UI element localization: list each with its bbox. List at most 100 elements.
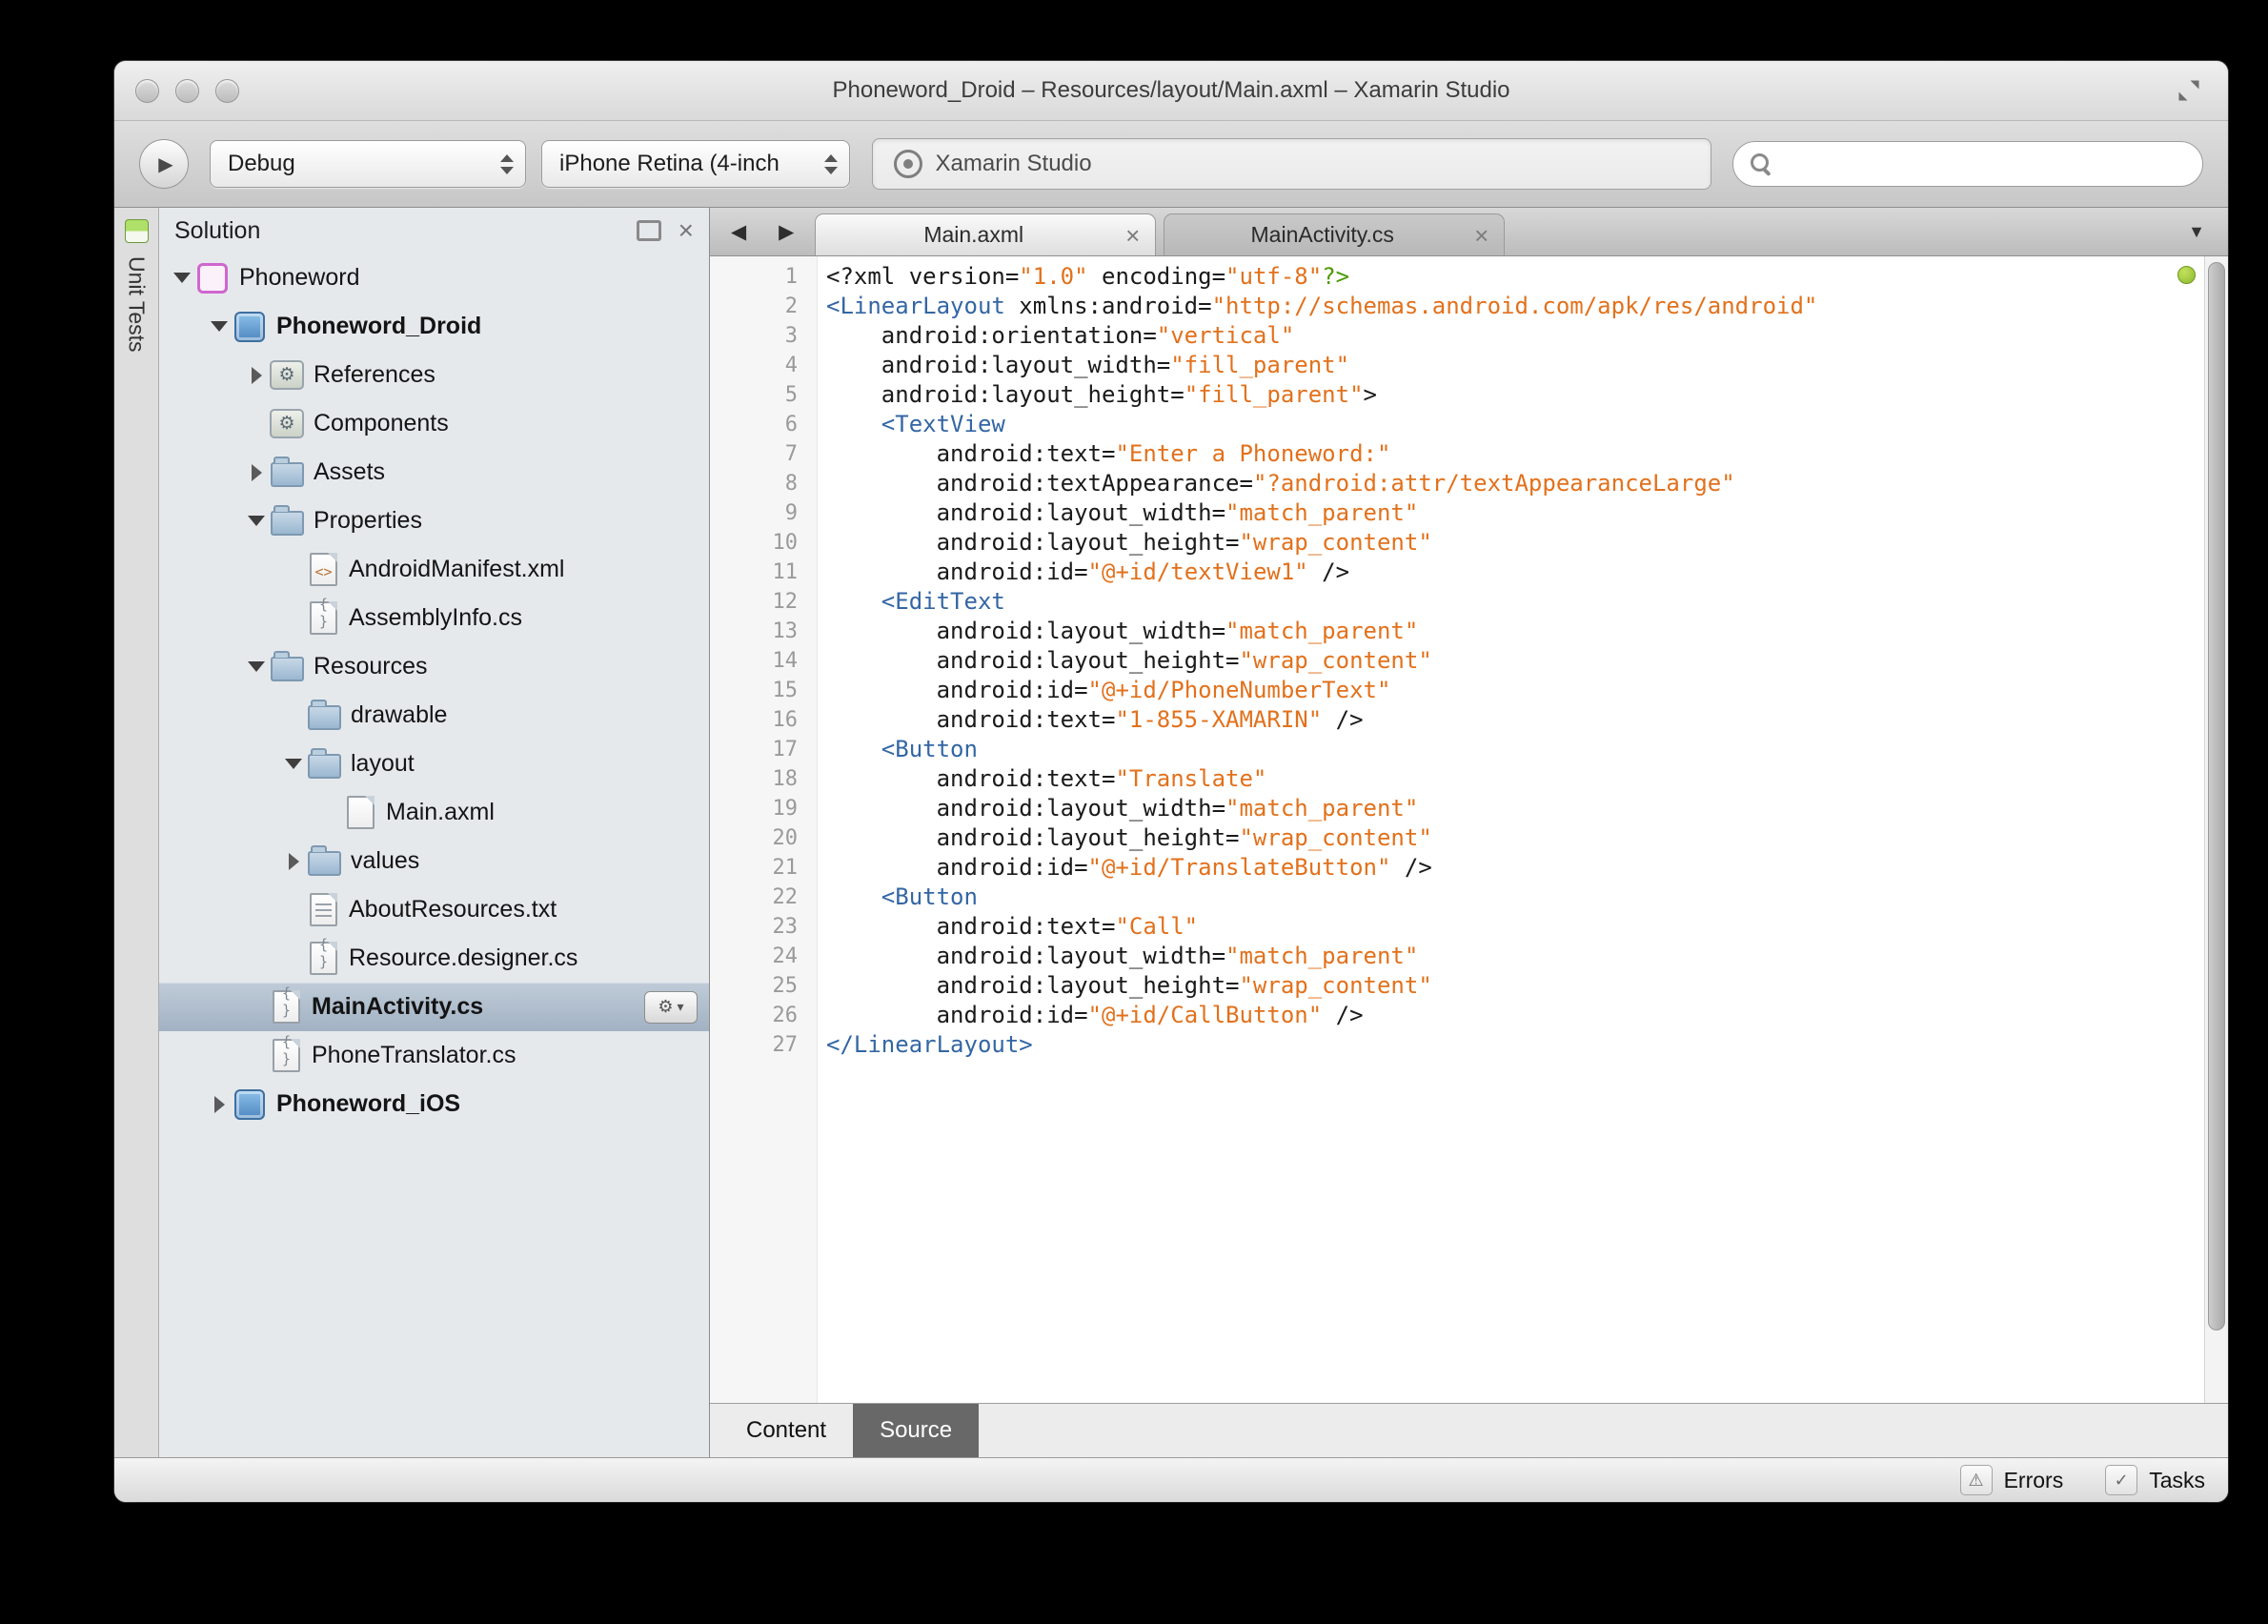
code-token: /> [1322,1002,1364,1028]
line-number: 17 [772,738,799,761]
folder-icon [271,650,304,681]
expander-right-icon[interactable] [243,351,270,399]
code-token: android:layout_height= [826,824,1240,851]
code-token: android:layout_width= [826,499,1226,526]
tree-item-aboutresources-txt[interactable]: AboutResources.txt [159,885,709,934]
tree-item-drawable[interactable]: drawable [159,691,709,740]
code-text: <?xml version="1.0" encoding="utf-8"?> [817,262,1349,292]
device-dropdown[interactable]: iPhone Retina (4-inch [541,140,850,188]
tree-item-references[interactable]: References [159,351,709,399]
tree-item-phoneword-droid[interactable]: Phoneword_Droid [159,302,709,351]
view-tab-content[interactable]: Content [719,1404,853,1457]
code-token: "vertical" [1156,322,1295,349]
status-display: Xamarin Studio [871,138,1711,190]
configuration-value: Debug [228,151,295,176]
expander-down-icon[interactable] [280,740,307,788]
code-token: "wrap_content" [1239,972,1432,999]
line-number: 10 [772,531,799,555]
code-token: android:id= [826,677,1088,703]
code-text: android:layout_height="wrap_content" [817,646,1432,676]
editor-tabbar: ◀ ▶ Main.axml × MainActivity.cs × ▼ [710,208,2228,256]
expander-right-icon[interactable] [243,448,270,497]
expander-down-icon[interactable] [206,302,233,351]
code-token: android:layout_width= [826,795,1226,822]
minimize-window-button[interactable] [175,78,199,103]
view-tab-source[interactable]: Source [853,1404,980,1457]
expander-down-icon[interactable] [243,642,270,691]
window-title: Phoneword_Droid – Resources/layout/Main.… [832,77,1510,103]
code-text: android:layout_width="match_parent" [817,617,1419,646]
code-token: "match_parent" [1225,618,1419,644]
status-bar: ⚠ Errors ✓ Tasks [114,1457,2228,1502]
editor-tab-main-axml[interactable]: Main.axml × [815,213,1157,255]
code-line-12: 12 <EditText [710,587,2205,617]
unit-tests-label: Unit Tests [124,256,150,353]
code-line-25: 25 android:layout_height="wrap_content" [710,971,2205,1001]
dock-pad-icon[interactable] [636,220,661,241]
tasks-button[interactable]: ✓ Tasks [2105,1465,2205,1495]
editor-scrollbar[interactable] [2204,256,2228,1403]
caret-down-icon: ▾ [677,999,684,1014]
code-editor-surface: 1 <?xml version="1.0" encoding="utf-8"?> 2… [710,256,2228,1403]
code-token: ?> [1322,263,1350,290]
unit-tests-sidebar-tab[interactable]: Unit Tests [114,208,159,1457]
file-cs-icon [273,985,300,1024]
scrollbar-thumb[interactable] [2208,262,2225,1330]
tree-item-androidmanifest-xml[interactable]: AndroidManifest.xml [159,545,709,594]
line-number: 16 [772,708,799,732]
traffic-light-buttons [135,78,239,103]
device-value: iPhone Retina (4-inch [559,151,780,176]
run-button[interactable]: ▶ [139,139,189,189]
close-window-button[interactable] [135,78,159,103]
tree-item-label: Resources [314,653,428,680]
tree-item-values[interactable]: values [159,837,709,885]
errors-button[interactable]: ⚠ Errors [1959,1465,2063,1495]
configuration-dropdown[interactable]: Debug [210,140,526,188]
tree-item-phoneword[interactable]: Phoneword [159,254,709,302]
tree-item-assets[interactable]: Assets [159,448,709,497]
expander-down-icon[interactable] [243,497,270,545]
search-input[interactable] [1783,150,2185,178]
solution-tree: Phoneword Phoneword_Droid References Compon… [159,254,709,1457]
code-token: "1.0" [1019,263,1088,290]
tree-item-layout[interactable]: layout [159,740,709,788]
tree-item-phoneword-ios[interactable]: Phoneword_iOS [159,1080,709,1128]
tree-item-phonetranslator-cs[interactable]: PhoneTranslator.cs [159,1031,709,1080]
expander-down-icon[interactable] [169,254,195,302]
code-token: android:text= [826,440,1116,467]
zoom-window-button[interactable] [215,78,239,103]
tree-item-assemblyinfo-cs[interactable]: AssemblyInfo.cs [159,594,709,642]
status-ring-icon [893,150,922,178]
item-options-gear-button[interactable]: ⚙ ▾ [644,990,698,1024]
editor-tabs: Main.axml × MainActivity.cs × [815,213,1506,255]
tab-list-dropdown-icon[interactable]: ▼ [2188,222,2228,242]
close-tab-icon[interactable]: × [1474,223,1488,248]
tree-item-resource-designer-cs[interactable]: Resource.designer.cs [159,934,709,983]
tree-item-main-axml[interactable]: Main.axml [159,788,709,837]
tree-item-resources[interactable]: Resources [159,642,709,691]
tree-item-label: Phoneword_Droid [276,313,482,339]
code-token: /> [1390,854,1432,881]
expander-right-icon[interactable] [206,1080,233,1128]
fullscreen-icon[interactable] [2175,76,2203,110]
navigate-forward-icon[interactable]: ▶ [779,220,794,244]
main-content: Unit Tests Solution × Phoneword Phoneword… [114,208,2228,1457]
search-field[interactable] [1732,141,2203,187]
tree-item-label: Components [314,410,449,436]
tree-item-label: layout [351,750,415,777]
tree-item-components[interactable]: Components [159,399,709,448]
tree-item-properties[interactable]: Properties [159,497,709,545]
tree-item-mainactivity-cs[interactable]: MainActivity.cs ⚙▾ [159,983,709,1031]
code-token: <Button [881,883,978,910]
close-tab-icon[interactable]: × [1125,223,1140,248]
warning-icon: ⚠ [1959,1465,1993,1495]
code-editor[interactable]: 1 <?xml version="1.0" encoding="utf-8"?> 2… [710,256,2205,1403]
code-line-19: 19 android:layout_width="match_parent" [710,794,2205,823]
navigate-back-icon[interactable]: ◀ [731,220,746,244]
close-pad-icon[interactable]: × [678,217,694,244]
folder-icon [308,699,341,730]
expander-right-icon[interactable] [280,837,307,885]
editor-tab-mainactivity-cs[interactable]: MainActivity.cs × [1164,213,1506,255]
